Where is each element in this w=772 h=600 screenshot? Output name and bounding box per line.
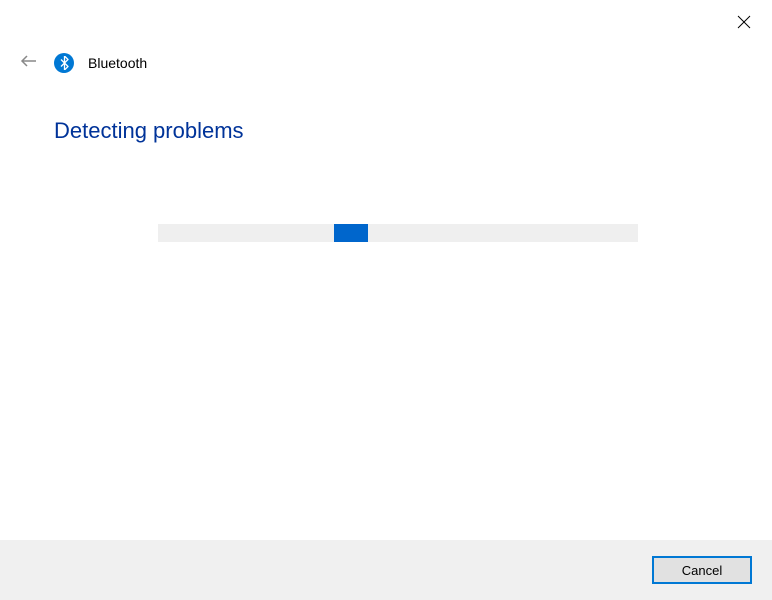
- header-row: Bluetooth: [18, 52, 147, 74]
- close-icon: [737, 15, 751, 34]
- progress-indicator: [334, 224, 368, 242]
- close-button[interactable]: [732, 12, 756, 36]
- bluetooth-icon: [54, 53, 74, 73]
- page-title: Bluetooth: [88, 55, 147, 71]
- back-arrow-icon: [20, 52, 38, 75]
- cancel-button[interactable]: Cancel: [652, 556, 752, 584]
- back-button[interactable]: [18, 52, 40, 74]
- main-heading: Detecting problems: [54, 118, 244, 144]
- progress-bar: [158, 224, 638, 242]
- footer-bar: Cancel: [0, 540, 772, 600]
